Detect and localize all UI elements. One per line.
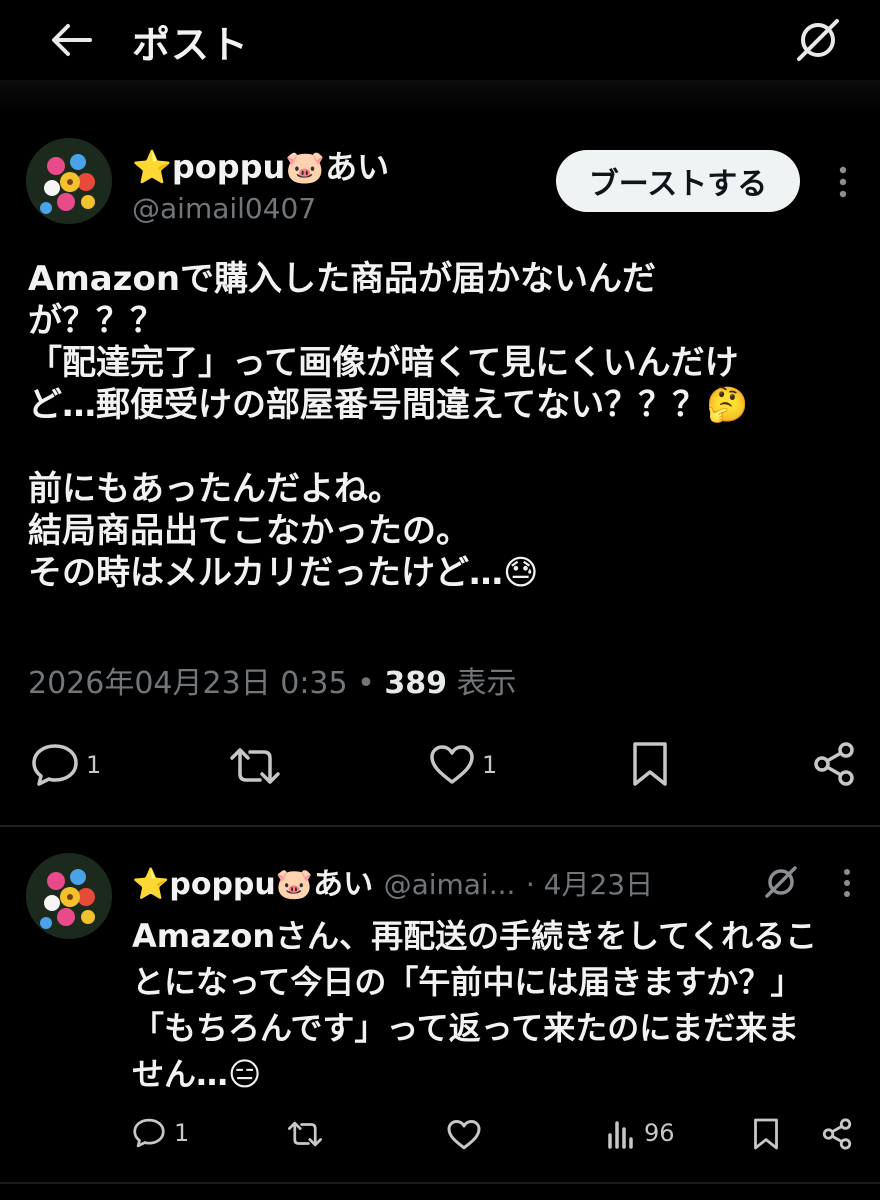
- divider: [0, 825, 880, 827]
- reply-count: 1: [86, 751, 102, 779]
- reply-grok-button[interactable]: [760, 861, 802, 903]
- bookmark-button[interactable]: [630, 740, 670, 788]
- reply-views-button[interactable]: 96: [606, 1117, 675, 1149]
- reply-reply-button[interactable]: 1: [132, 1117, 189, 1149]
- repost-button[interactable]: [228, 744, 282, 788]
- reply-bookmark-button[interactable]: [752, 1117, 780, 1151]
- bookmark-icon: [754, 1118, 778, 1150]
- more-vertical-icon: [839, 166, 847, 198]
- reply-share-button[interactable]: [820, 1117, 854, 1151]
- reply-button[interactable]: 1: [30, 742, 101, 788]
- flower-avatar-image: [26, 138, 112, 224]
- bookmark-icon: [633, 742, 667, 786]
- arrow-left-icon: [52, 24, 92, 56]
- reply-views-count: 96: [644, 1119, 675, 1147]
- reply-text: Amazonさん、再配送の手続きをしてくれるこ とになって今日の「午前中には届き…: [132, 917, 818, 1093]
- share-button[interactable]: [810, 740, 858, 788]
- reply-reply-count: 1: [174, 1119, 190, 1147]
- boost-button[interactable]: ブーストする: [556, 150, 800, 212]
- heart-icon: [447, 1120, 481, 1150]
- post-actions: 1 1: [0, 738, 880, 794]
- reply-header: ⭐poppu🐷あい @aimai... · 4月23日: [132, 859, 653, 903]
- reply-avatar[interactable]: [26, 853, 112, 939]
- reply-repost-button[interactable]: [286, 1119, 324, 1149]
- repost-icon: [230, 748, 280, 784]
- grok-button[interactable]: [790, 12, 846, 68]
- flower-avatar-image: [26, 853, 112, 939]
- repost-icon: [287, 1121, 323, 1147]
- heart-icon: [430, 745, 474, 784]
- reply-date: · 4月23日: [525, 868, 654, 901]
- view-count: 389: [384, 666, 448, 701]
- top-bar: ポスト: [0, 0, 880, 80]
- post-text: Amazonで購入した商品が届かないんだ が？？？ 「配達完了」って画像が暗くて…: [28, 259, 749, 593]
- share-icon: [814, 742, 854, 786]
- more-options-button[interactable]: [826, 162, 860, 202]
- share-icon: [822, 1118, 852, 1150]
- display-name[interactable]: ⭐poppu🐷あい: [132, 142, 389, 188]
- reply-more-options[interactable]: [832, 863, 862, 903]
- comment-icon: [32, 744, 78, 786]
- header-shadow: [0, 80, 880, 112]
- back-button[interactable]: [44, 18, 100, 62]
- views-chart-icon: [608, 1121, 633, 1149]
- bottom-divider: [0, 1182, 880, 1184]
- view-label: 表示: [447, 666, 517, 701]
- meta-separator: •: [347, 666, 385, 701]
- post-timestamp: 2026年04月23日 0:35: [28, 666, 348, 701]
- comment-icon: [133, 1118, 165, 1148]
- reply-display-name[interactable]: ⭐poppu🐷あい: [132, 867, 373, 902]
- like-button[interactable]: 1: [428, 744, 497, 786]
- reply-handle[interactable]: @aimai...: [384, 868, 516, 901]
- avatar[interactable]: [26, 138, 112, 224]
- post-meta: 2026年04月23日 0:35 • 389 表示: [28, 658, 517, 702]
- reply-like-button[interactable]: [446, 1119, 482, 1151]
- grok-icon: [765, 866, 797, 898]
- more-vertical-icon: [844, 869, 850, 897]
- user-handle[interactable]: @aimail0407: [132, 192, 316, 225]
- like-count: 1: [482, 751, 498, 779]
- page-title: ポスト: [132, 23, 250, 67]
- grok-icon: [797, 19, 839, 61]
- reply-actions: 1 96: [0, 1115, 880, 1165]
